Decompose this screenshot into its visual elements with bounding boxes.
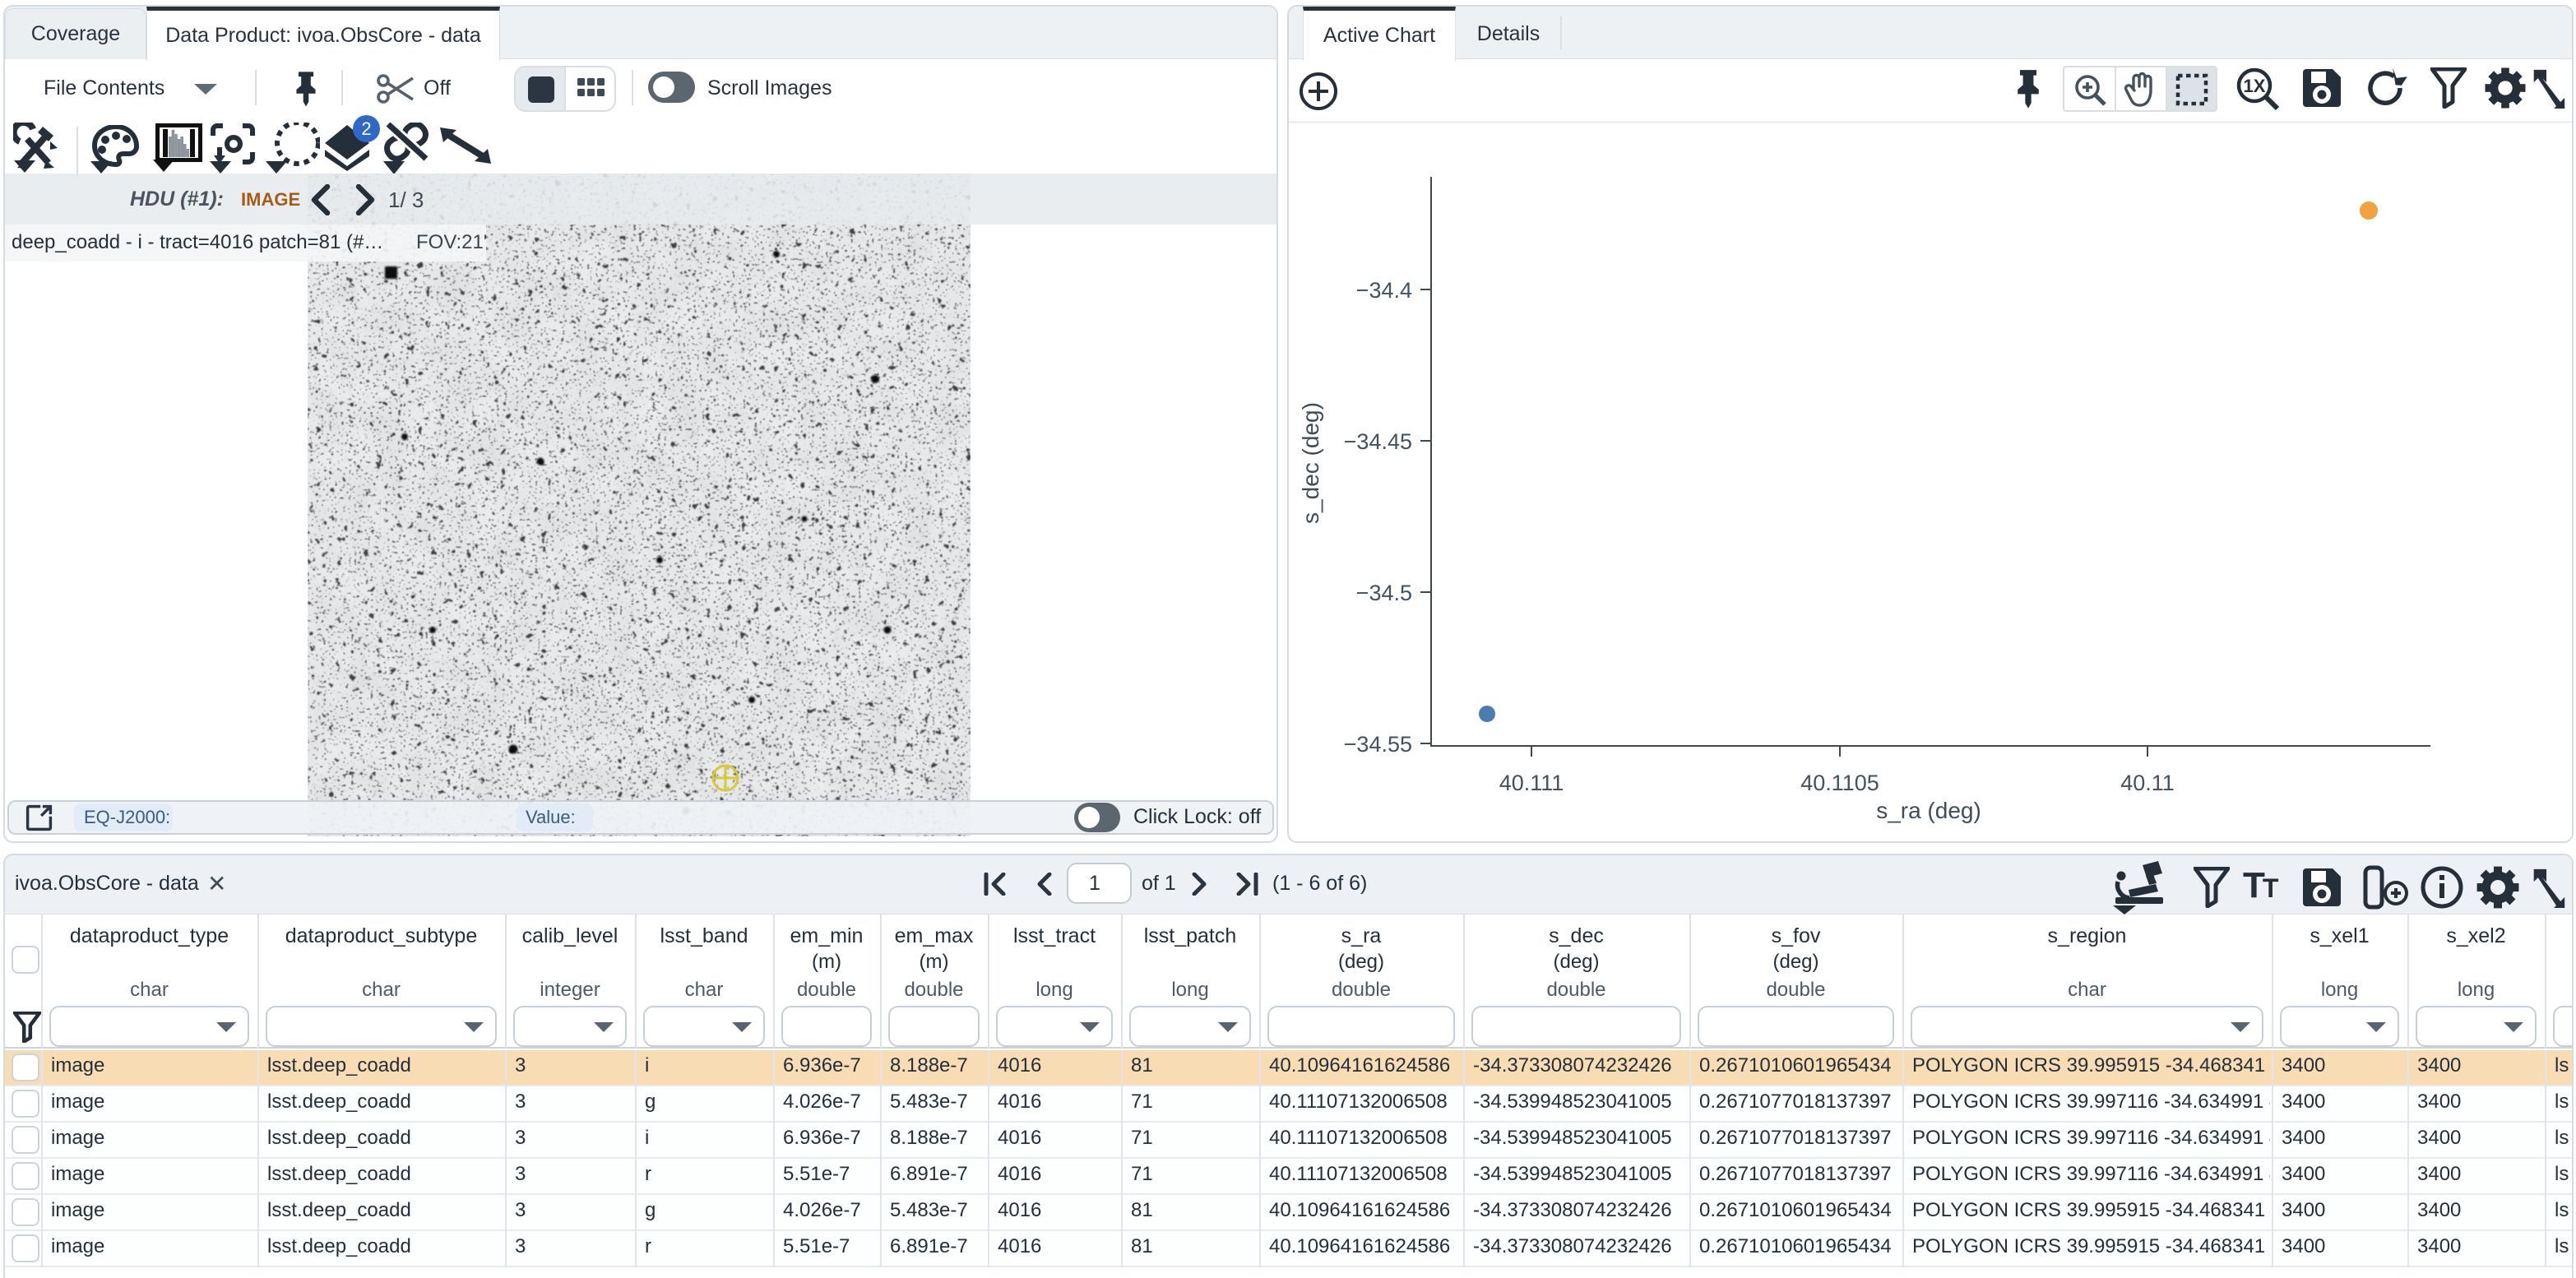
svg-text:s_dec (deg): s_dec (deg) xyxy=(1298,402,1323,524)
svg-text:40.111: 40.111 xyxy=(1499,771,1564,795)
svg-text:−34.4: −34.4 xyxy=(1356,278,1412,303)
svg-text:s_ra (deg): s_ra (deg) xyxy=(1876,798,1981,823)
svg-text:−34.45: −34.45 xyxy=(1344,429,1412,454)
svg-text:40.1105: 40.1105 xyxy=(1800,771,1879,795)
svg-text:40.11: 40.11 xyxy=(2120,771,2175,795)
svg-text:−34.5: −34.5 xyxy=(1356,581,1412,605)
svg-text:−34.55: −34.55 xyxy=(1344,732,1412,757)
svg-text:1X: 1X xyxy=(2244,76,2266,96)
